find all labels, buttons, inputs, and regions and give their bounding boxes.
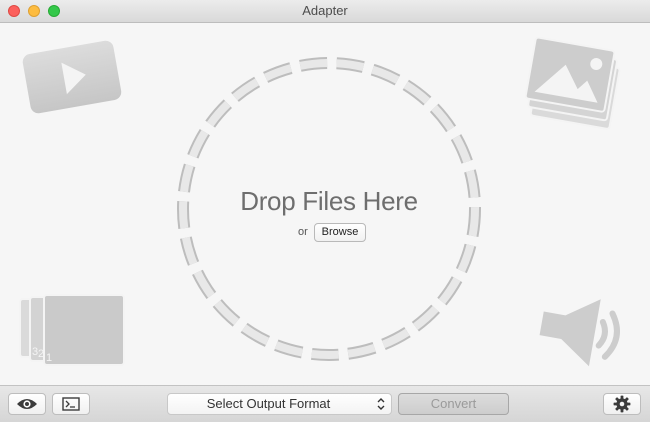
audio-icon — [539, 299, 620, 367]
log-button[interactable] — [52, 393, 90, 415]
eye-icon — [17, 399, 37, 409]
svg-text:2: 2 — [38, 348, 44, 360]
output-format-label: Select Output Format — [206, 396, 331, 411]
preview-button[interactable] — [8, 393, 46, 415]
browse-button[interactable]: Browse — [314, 223, 366, 242]
settings-button[interactable] — [603, 393, 641, 415]
image-sequence-icon: 3 2 1 — [19, 294, 125, 366]
gear-icon — [613, 395, 631, 413]
drop-files-title: Drop Files Here — [240, 186, 418, 216]
window-title: Adapter — [302, 3, 348, 18]
app-window: Adapter 3 2 1 Drop Files Here or Browse … — [0, 0, 650, 422]
title-bar: Adapter — [0, 0, 650, 23]
drop-area[interactable]: 3 2 1 Drop Files Here or Browse — [0, 23, 650, 385]
video-icon — [22, 40, 122, 114]
output-format-select[interactable]: Select Output Format — [167, 393, 392, 415]
bottom-toolbar: Select Output Format Convert — [0, 385, 650, 422]
chevron-updown-icon — [377, 398, 385, 410]
convert-button[interactable]: Convert — [398, 393, 509, 415]
svg-text:1: 1 — [46, 352, 52, 364]
or-label: or — [298, 226, 308, 238]
image-icon — [524, 37, 621, 130]
terminal-icon — [62, 397, 80, 411]
